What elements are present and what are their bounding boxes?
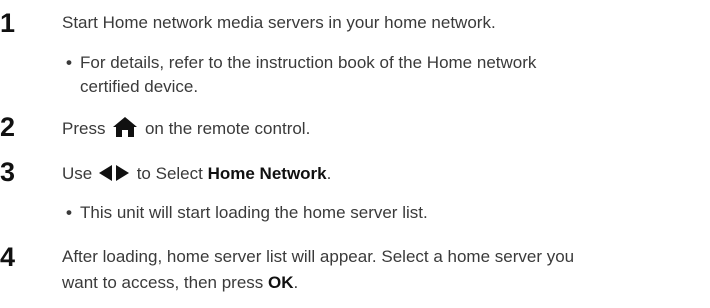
- step-1-note-line2: certified device.: [80, 77, 199, 96]
- step-3-text-before: Use: [62, 164, 93, 183]
- bullet: •: [66, 53, 72, 72]
- step-3-text: Use to Select Home Network.: [62, 161, 331, 189]
- step-number-2: 2: [0, 112, 16, 142]
- step-4-line2: want to access, then press OK.: [62, 270, 298, 296]
- step-number-4: 4: [0, 242, 16, 272]
- step-1-note: • For details, refer to the instruction b…: [66, 50, 536, 76]
- step-3-note: • This unit will start loading the home s…: [66, 200, 428, 226]
- step-2-text-before: Press: [62, 119, 106, 138]
- home-icon: [113, 117, 138, 145]
- step-number-1: 1: [0, 8, 16, 38]
- step-1-note-line1: For details, refer to the instruction bo…: [80, 53, 537, 72]
- step-3-emphasis: Home Network: [207, 164, 327, 183]
- step-4-emphasis: OK: [268, 273, 294, 292]
- left-right-arrows-icon: [98, 163, 129, 189]
- bullet: •: [66, 203, 72, 222]
- step-4-line2-before: want to access, then press: [62, 273, 264, 292]
- step-2-text-after: on the remote control.: [144, 119, 311, 138]
- step-number-3: 3: [0, 157, 16, 187]
- step-4-line1: After loading, home server list will app…: [62, 247, 575, 266]
- step-3-note-text: This unit will start loading the home se…: [80, 203, 428, 222]
- step-4-line2-end: .: [293, 273, 299, 292]
- step-1-text: Start Home network media servers in your…: [62, 13, 496, 32]
- step-3-text-middle: to Select: [136, 164, 203, 183]
- step-3-text-end: .: [326, 164, 332, 183]
- step-2-text: Press on the remote control.: [62, 116, 310, 145]
